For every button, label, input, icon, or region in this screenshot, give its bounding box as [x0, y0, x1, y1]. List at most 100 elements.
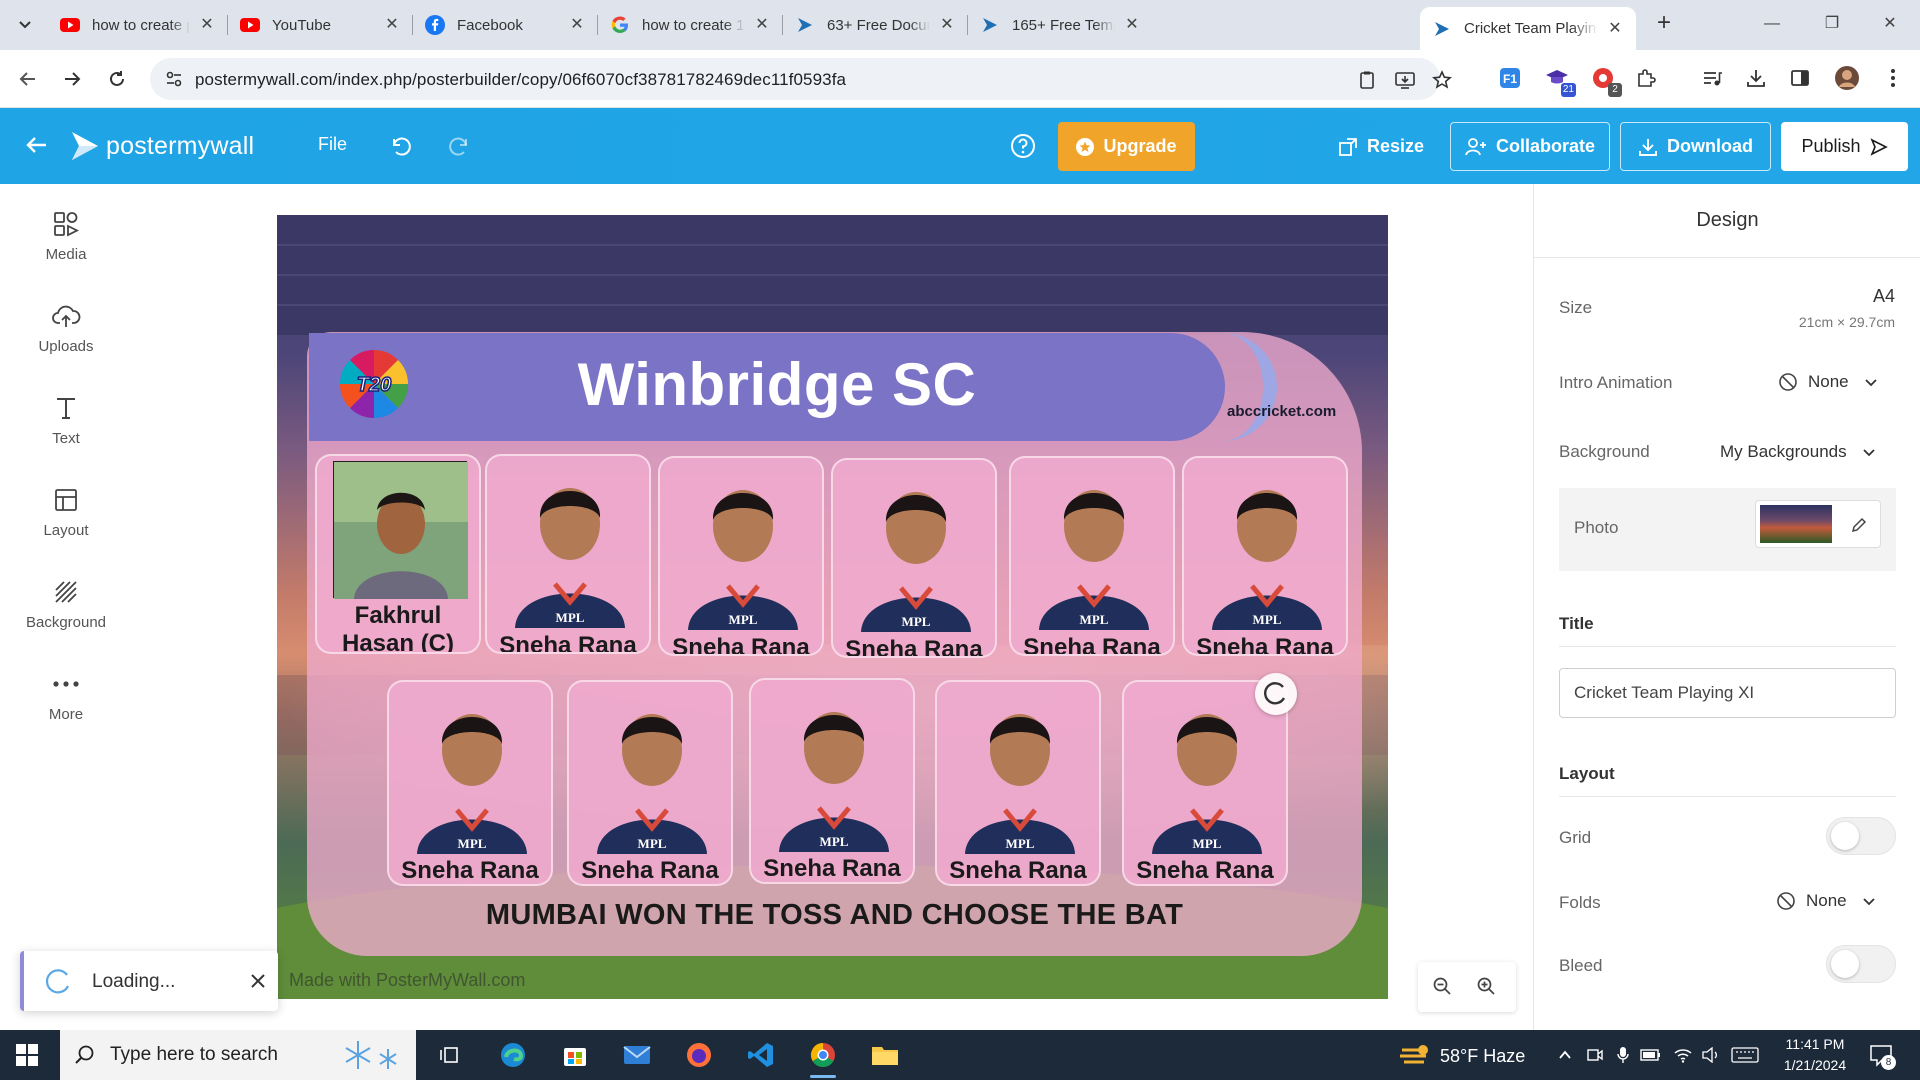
system-clock[interactable]: 11:41 PM 1/21/2024 [1760, 1034, 1870, 1076]
collaborate-button[interactable]: Collaborate [1450, 122, 1610, 171]
title-input[interactable] [1559, 668, 1896, 718]
close-tab-icon[interactable]: ✕ [568, 16, 586, 34]
weather-widget[interactable]: 58°F Haze [1398, 1042, 1525, 1070]
zoom-out-icon[interactable] [1432, 976, 1454, 998]
close-tab-icon[interactable]: ✕ [1123, 16, 1141, 34]
folds-dropdown[interactable]: None [1776, 891, 1877, 911]
extension-hat-icon[interactable]: 21 [1542, 63, 1576, 97]
sidebar-item-text[interactable]: Text [0, 368, 132, 448]
player-card[interactable]: MPL Sneha Rana [658, 456, 824, 656]
close-tab-icon[interactable]: ✕ [753, 16, 771, 34]
install-app-icon[interactable] [1393, 68, 1417, 92]
publish-button[interactable]: Publish [1781, 122, 1908, 171]
browser-tab[interactable]: how to create player ✕ [48, 7, 228, 43]
taskbar-search-box[interactable]: Type here to search [60, 1030, 416, 1080]
minimize-icon[interactable]: — [1752, 10, 1792, 38]
new-tab-button[interactable]: + [1650, 10, 1678, 38]
bookmark-star-icon[interactable] [1430, 68, 1454, 92]
upgrade-button[interactable]: Upgrade [1058, 122, 1195, 171]
wifi-icon[interactable] [1672, 1044, 1694, 1066]
address-bar[interactable]: postermywall.com/index.php/posterbuilder… [150, 58, 1452, 100]
download-button[interactable]: Download [1620, 122, 1771, 171]
website-text[interactable]: abccricket.com [1227, 403, 1336, 420]
battery-icon[interactable] [1640, 1044, 1662, 1066]
team-name-heading[interactable]: Winbridge SC [557, 350, 997, 419]
background-photo-thumbnail[interactable] [1755, 500, 1881, 548]
file-explorer-icon[interactable] [868, 1038, 902, 1072]
download-icon[interactable] [1741, 63, 1771, 93]
vscode-icon[interactable] [744, 1038, 778, 1072]
tab-search-button[interactable] [8, 9, 42, 41]
microphone-icon[interactable] [1612, 1044, 1634, 1066]
chrome-icon[interactable] [806, 1038, 840, 1078]
sidebar-item-background[interactable]: Background [0, 552, 132, 632]
volume-icon[interactable] [1700, 1044, 1722, 1066]
size-value[interactable]: A4 [1873, 286, 1895, 307]
redo-icon[interactable] [446, 132, 474, 160]
jersey-text: MPL [1006, 836, 1035, 851]
player-card[interactable]: MPL Sneha Rana [485, 454, 651, 654]
player-card[interactable]: MPL Sneha Rana [749, 678, 915, 884]
file-menu[interactable]: File [318, 134, 347, 155]
mail-icon[interactable] [620, 1038, 654, 1072]
sidebar-item-media[interactable]: Media [0, 184, 132, 264]
extension-red-icon[interactable]: 2 [1588, 63, 1622, 97]
close-tab-icon[interactable]: ✕ [938, 16, 956, 34]
undo-icon[interactable] [386, 132, 414, 160]
keyboard-icon[interactable] [1730, 1044, 1760, 1066]
browser-tab[interactable]: how to create 11 play ✕ [598, 7, 783, 43]
browser-tab[interactable]: 165+ Free Templates ✕ [968, 7, 1153, 43]
browser-tab[interactable]: Facebook ✕ [413, 7, 598, 43]
player-card-captain[interactable]: Fakhrul Hasan (C) [315, 454, 481, 654]
side-panel-icon[interactable] [1785, 63, 1815, 93]
help-icon[interactable] [1009, 132, 1037, 160]
chevron-up-icon[interactable] [1554, 1044, 1576, 1066]
edge-icon[interactable] [496, 1038, 530, 1072]
browser-tab-active[interactable]: Cricket Team Playing ✕ [1420, 7, 1636, 50]
intro-animation-dropdown[interactable]: None [1778, 372, 1879, 392]
microsoft-store-icon[interactable] [558, 1038, 592, 1072]
player-card[interactable]: MPL Sneha Rana [1009, 456, 1175, 656]
player-card[interactable]: MPL Sneha Rana [935, 680, 1101, 886]
back-arrow-icon[interactable] [24, 132, 52, 160]
site-settings-icon[interactable] [164, 69, 184, 89]
zoom-in-icon[interactable] [1476, 976, 1498, 998]
t20-logo[interactable]: T20 [337, 347, 411, 421]
sidebar-item-more[interactable]: More [0, 644, 132, 724]
reload-icon[interactable] [101, 63, 133, 95]
postermywall-logo[interactable]: postermywall [70, 128, 254, 164]
pencil-icon[interactable] [1850, 516, 1868, 534]
bleed-toggle[interactable] [1826, 945, 1896, 983]
grid-toggle[interactable] [1826, 817, 1896, 855]
resize-button[interactable]: Resize [1338, 122, 1424, 171]
player-card[interactable]: MPL Sneha Rana [1182, 456, 1348, 656]
media-controls-icon[interactable] [1697, 63, 1727, 93]
clipboard-icon[interactable] [1355, 68, 1379, 92]
forward-icon[interactable] [56, 63, 88, 95]
close-tab-icon[interactable]: ✕ [198, 16, 216, 34]
extensions-puzzle-icon[interactable] [1631, 63, 1661, 93]
close-icon[interactable] [246, 969, 270, 993]
toss-announcement[interactable]: MUMBAI WON THE TOSS AND CHOOSE THE BAT [307, 899, 1362, 932]
restore-icon[interactable]: ❐ [1812, 10, 1852, 38]
extension-f1-icon[interactable]: F1 [1495, 63, 1525, 93]
notification-icon[interactable]: 8 [1868, 1042, 1896, 1070]
task-view-icon[interactable] [433, 1038, 467, 1072]
profile-avatar[interactable] [1832, 63, 1862, 93]
close-tab-icon[interactable]: ✕ [1606, 20, 1624, 38]
windows-start-icon[interactable] [16, 1044, 38, 1066]
firefox-icon[interactable] [682, 1038, 716, 1072]
browser-menu-icon[interactable] [1878, 63, 1908, 93]
sidebar-item-layout[interactable]: Layout [0, 460, 132, 540]
player-card[interactable]: MPL Sneha Rana [567, 680, 733, 886]
background-dropdown[interactable]: My Backgrounds [1720, 442, 1877, 462]
close-tab-icon[interactable]: ✕ [383, 16, 401, 34]
player-card[interactable]: MPL Sneha Rana [387, 680, 553, 886]
sidebar-item-uploads[interactable]: Uploads [0, 276, 132, 356]
browser-tab[interactable]: 63+ Free Document ✕ [783, 7, 968, 43]
meet-now-icon[interactable] [1584, 1044, 1606, 1066]
browser-tab[interactable]: YouTube ✕ [228, 7, 413, 43]
back-icon[interactable] [12, 63, 44, 95]
player-card[interactable]: MPL Sneha Rana [831, 458, 997, 658]
close-window-icon[interactable]: ✕ [1870, 10, 1910, 38]
